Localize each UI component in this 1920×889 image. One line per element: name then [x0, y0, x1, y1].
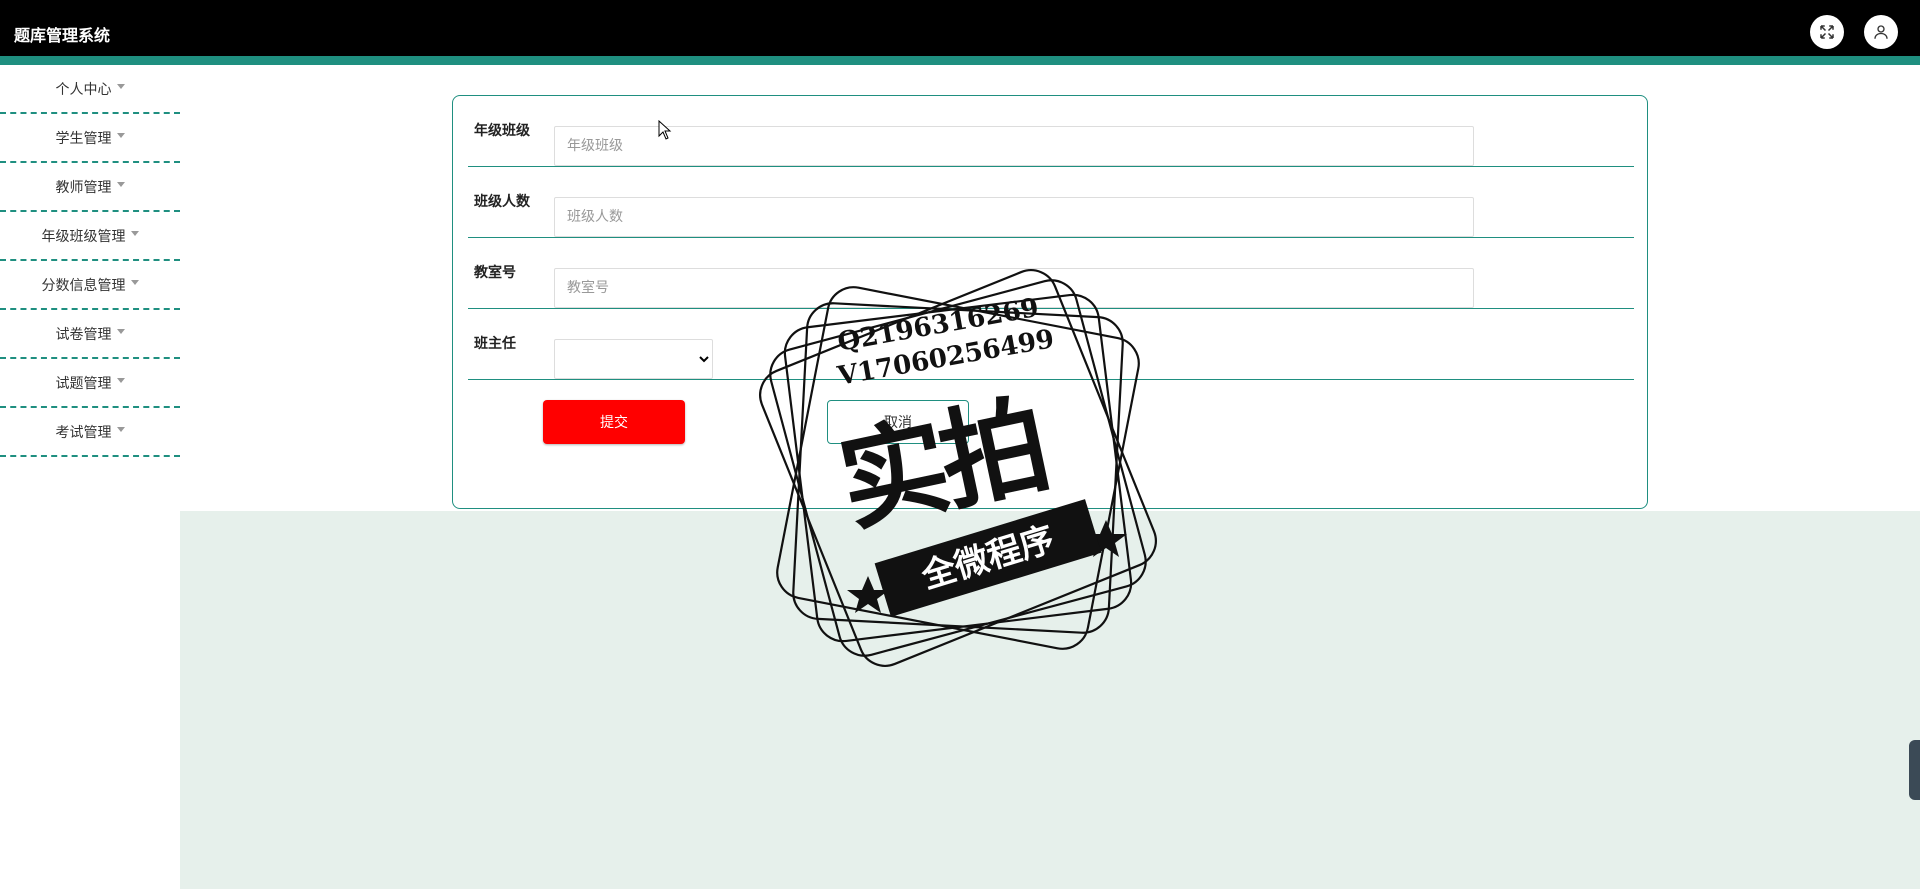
user-icon [1874, 25, 1888, 39]
sidebar-item-paper-management[interactable]: 试卷管理 [0, 310, 180, 359]
caret-down-icon [116, 378, 125, 383]
classroom-label: 教室号 [474, 265, 516, 281]
sidebar-item-question-management[interactable]: 试题管理 [0, 359, 180, 408]
caret-down-icon [130, 280, 139, 285]
classroom-input[interactable] [554, 268, 1474, 308]
sidebar-item-label: 年级班级管理 [41, 228, 126, 245]
sidebar-item-score-management[interactable]: 分数信息管理 [0, 261, 180, 310]
form-row-classroom: 教室号 [468, 238, 1634, 309]
content-background [180, 511, 1920, 889]
form-panel: 年级班级 班级人数 教室号 班主任 提交 取消 [452, 95, 1648, 509]
sidebar-item-label: 分数信息管理 [41, 277, 126, 294]
caret-down-icon [116, 329, 125, 334]
sidebar-item-student-management[interactable]: 学生管理 [0, 114, 180, 163]
class-size-input[interactable] [554, 197, 1474, 237]
submit-button[interactable]: 提交 [543, 400, 685, 444]
class-size-label: 班级人数 [474, 194, 530, 210]
sidebar-item-exam-management[interactable]: 考试管理 [0, 408, 180, 457]
sidebar: 个人中心 学生管理 教师管理 年级班级管理 分数信息管理 试卷管理 试题管理 考… [0, 65, 180, 457]
sidebar-item-label: 个人中心 [55, 81, 112, 98]
sidebar-item-label: 学生管理 [55, 130, 112, 147]
head-teacher-label: 班主任 [474, 336, 516, 352]
sidebar-item-teacher-management[interactable]: 教师管理 [0, 163, 180, 212]
side-drawer-handle[interactable] [1909, 740, 1920, 800]
caret-down-icon [116, 427, 125, 432]
caret-down-icon [116, 84, 125, 89]
caret-down-icon [116, 133, 125, 138]
caret-down-icon [116, 182, 125, 187]
sidebar-item-label: 试题管理 [55, 375, 112, 392]
app-title: 题库管理系统 [14, 26, 111, 45]
sidebar-item-label: 教师管理 [55, 179, 112, 196]
sidebar-item-label: 考试管理 [55, 424, 112, 441]
head-teacher-select[interactable] [554, 339, 713, 379]
fullscreen-icon [1820, 25, 1834, 39]
sidebar-item-label: 试卷管理 [55, 326, 112, 343]
top-bar: 题库管理系统 [0, 0, 1920, 65]
form-row-head-teacher: 班主任 [468, 309, 1634, 380]
cancel-button[interactable]: 取消 [827, 400, 969, 444]
user-button[interactable] [1864, 15, 1898, 49]
form-row-class-size: 班级人数 [468, 167, 1634, 238]
grade-class-input[interactable] [554, 126, 1474, 166]
caret-down-icon [130, 231, 139, 236]
mouse-cursor-icon [658, 120, 672, 140]
form-row-grade-class: 年级班级 [468, 96, 1634, 167]
sidebar-item-personal-center[interactable]: 个人中心 [0, 65, 180, 114]
fullscreen-button[interactable] [1810, 15, 1844, 49]
grade-class-label: 年级班级 [474, 123, 530, 139]
sidebar-item-grade-class-management[interactable]: 年级班级管理 [0, 212, 180, 261]
top-accent-bar [0, 56, 1920, 65]
